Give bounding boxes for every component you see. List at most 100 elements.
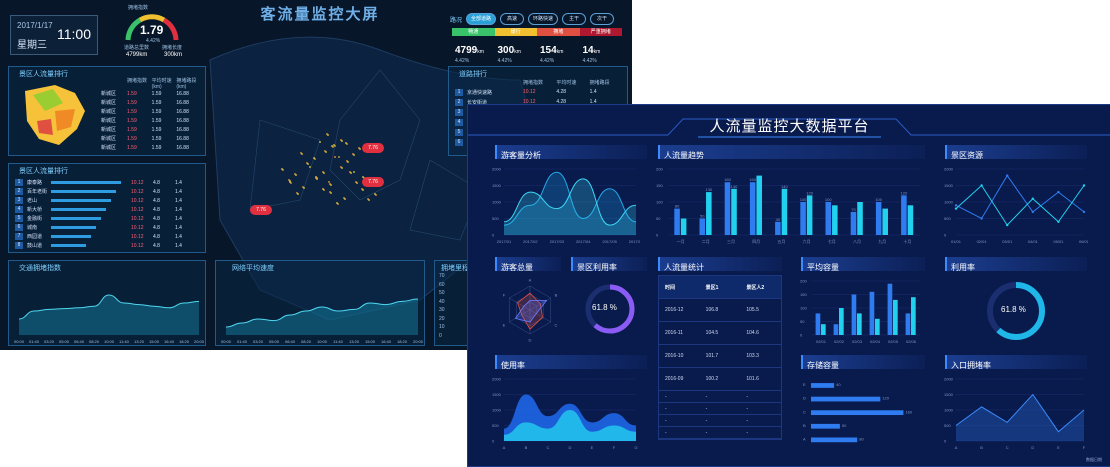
bar xyxy=(674,208,680,235)
x-tick-label: 20:00 xyxy=(413,339,424,344)
x-tick-label: 01:40 xyxy=(29,339,40,344)
table-cell: 2016-11 xyxy=(665,330,683,336)
x-tick-label: E xyxy=(1057,445,1060,450)
row-name: 新城区 xyxy=(101,91,117,97)
flow-bar xyxy=(51,208,106,211)
data-label: 50 xyxy=(842,423,847,428)
panel-title: 景区人流量排行 xyxy=(19,71,68,78)
bar xyxy=(850,211,857,235)
map-pin-value[interactable]: 7.76 xyxy=(362,143,384,153)
tab-highway[interactable]: 高速 xyxy=(500,13,525,25)
flow-bar xyxy=(51,199,111,202)
heat-dot xyxy=(361,188,363,190)
y-tick-label: 50 xyxy=(656,216,661,221)
x-tick-label: 04/01 xyxy=(1028,239,1039,244)
x-tick-label: 11:40 xyxy=(119,339,129,344)
bar xyxy=(749,182,756,235)
stat-2-value: 300 xyxy=(497,45,515,56)
x-tick-label: 13:20 xyxy=(134,339,145,344)
x-tick-label: 2017/05 xyxy=(602,239,617,244)
panel-title: 入口拥堵率 xyxy=(951,361,991,370)
table-cell: 103.3 xyxy=(746,353,759,359)
tab-ring-road[interactable]: 环路快速 xyxy=(528,13,559,25)
x-tick-label: 02/02 xyxy=(834,339,845,344)
x-tick-label: 15:00 xyxy=(149,339,160,344)
heat-dot xyxy=(340,139,342,141)
bar xyxy=(851,294,857,335)
bar xyxy=(857,313,862,335)
table-row: 8 鼓山道 10.12 4.8 1.4 xyxy=(15,241,201,250)
table-cell: - xyxy=(705,417,708,424)
heat-dot xyxy=(345,142,347,144)
heat-dot xyxy=(329,183,331,185)
tab-secondary-road[interactable]: 次干 xyxy=(590,13,615,25)
table-cell: - xyxy=(705,429,708,436)
x-tick-label: 五月 xyxy=(777,239,785,244)
y-tick-label: 0 xyxy=(439,332,442,339)
x-tick-label: F xyxy=(1083,445,1086,450)
heat-dot xyxy=(281,168,283,170)
heat-dot xyxy=(346,160,348,162)
data-label: 120 xyxy=(806,190,813,195)
dashboard-title: 人流量监控大数据平台 xyxy=(709,118,870,135)
tab-all-roads[interactable]: 全部道路 xyxy=(466,13,497,25)
row-cell: 1.59 xyxy=(151,109,162,115)
bar xyxy=(706,192,712,235)
stat-1-unit: km xyxy=(477,49,484,55)
heat-dot xyxy=(358,147,360,149)
utilization-value: 61.8 % xyxy=(592,303,617,312)
radar-axis-label: C xyxy=(555,323,558,328)
rank-badge: 4 xyxy=(15,206,23,213)
map-pin-value[interactable]: 7.76 xyxy=(362,177,384,187)
row-cell: 1.4 xyxy=(175,215,182,222)
data-point xyxy=(1057,190,1060,194)
x-tick-label: D xyxy=(1031,445,1034,450)
x-tick-label: 02/01 xyxy=(816,339,827,344)
y-tick-label: 500 xyxy=(492,423,499,428)
flow-bar xyxy=(51,244,86,247)
heat-dot xyxy=(313,157,315,159)
gauge-value: 1.79 xyxy=(140,23,164,37)
data-point xyxy=(1006,223,1009,227)
road-total-label: 道路总里数 xyxy=(124,45,150,51)
table-row: 4 新大桥 10.12 4.8 1.4 xyxy=(15,205,201,214)
x-tick-label: 16:40 xyxy=(164,339,175,344)
heat-dot xyxy=(331,145,333,147)
panel-header-total: 游客总量 xyxy=(495,257,561,272)
y-tick-label: 50 xyxy=(800,319,805,324)
panel-title: 利用率 xyxy=(951,263,975,272)
x-tick-label: 2017/02 xyxy=(523,239,538,244)
table-row: 7 西园道 10.12 4.8 1.4 xyxy=(15,232,201,241)
y-tick-label: 1500 xyxy=(492,183,502,188)
table-row: 2016-11 104.5 104.6 xyxy=(659,322,781,345)
row-name: 新城区 xyxy=(101,145,117,151)
x-tick-label: 02/03 xyxy=(852,339,863,344)
row-name: 老山 xyxy=(27,198,38,204)
data-label: 120 xyxy=(882,396,889,401)
row-cell: 10.12 xyxy=(131,206,144,213)
bar xyxy=(905,313,911,335)
bar xyxy=(811,410,904,416)
flow-bar xyxy=(51,235,91,238)
x-tick-label: 二月 xyxy=(702,239,710,244)
tab-main-road[interactable]: 主干 xyxy=(562,13,587,25)
data-label: 100 xyxy=(875,197,882,202)
visitor-analysis-chart: 2000 1500 1000 500 02017/01 2017/02 2017/03 201… xyxy=(492,167,640,245)
heat-dot xyxy=(302,186,304,188)
bar xyxy=(901,195,907,235)
flow-bar xyxy=(51,217,101,220)
x-tick-label: 20:00 xyxy=(194,339,205,344)
table-cell: - xyxy=(746,393,749,400)
row-cell: 4.8 xyxy=(153,206,160,213)
row-cell: 16.88 xyxy=(176,136,189,142)
row-cell: 16.88 xyxy=(176,100,189,106)
x-tick-label: 05:00 xyxy=(269,339,280,344)
bar xyxy=(811,383,835,388)
table-row: --- xyxy=(659,403,781,415)
map-pin-value[interactable]: 7.76 xyxy=(250,205,272,215)
table-cell: 2016-10 xyxy=(665,353,684,359)
rate-value: 61.8 % xyxy=(1001,305,1026,314)
data-label: 100 xyxy=(825,197,832,202)
rank-badge: 4 xyxy=(455,118,463,126)
stats-row: 4799km 4.42% 300km 4.42% 154km 4.42% 14km 4.… xyxy=(455,40,625,64)
